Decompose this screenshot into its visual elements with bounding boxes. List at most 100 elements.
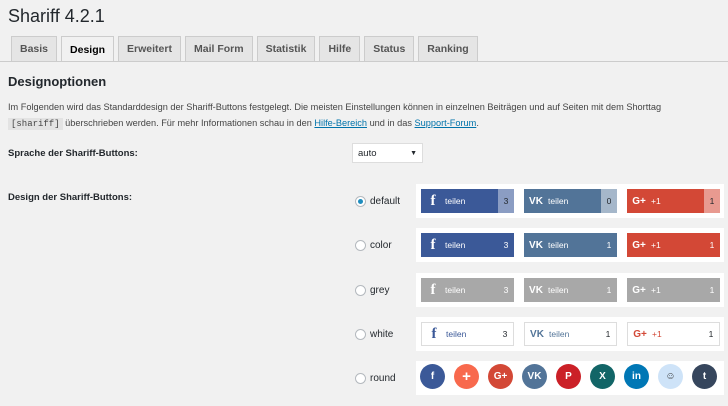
radio-grey-dot[interactable] [355,285,366,296]
gplus-button-default: G+ +1 1 [627,189,720,213]
radio-round[interactable]: round [355,373,396,384]
googleplus-icon: G+ [632,195,646,207]
description: Im Folgenden wird das Standarddesign der… [8,99,723,132]
gplus-count: 1 [708,329,714,339]
facebook-label: teilen [446,329,467,339]
tab-status[interactable]: Status [364,36,415,61]
vk-button-grey: VK teilen 1 [524,278,617,302]
tumblr-icon: t [692,364,717,389]
gplus-label: +1 [651,240,661,250]
radio-white-dot[interactable] [355,329,366,340]
radio-grey-label: grey [370,285,390,296]
language-select-value: auto [358,147,377,159]
vk-icon: VK [529,239,543,251]
gplus-label: +1 [652,329,662,339]
design-label: Design der Shariff-Buttons: [8,192,133,203]
radio-white-label: white [370,329,394,340]
vk-count: 1 [606,285,612,295]
googleplus-icon: G+ [488,364,513,389]
vk-icon: VK [530,328,544,340]
facebook-icon: f [430,192,436,209]
vk-count: 1 [605,329,611,339]
tab-erweitert[interactable]: Erweitert [118,36,181,61]
vk-label: teilen [548,240,569,250]
shorttag-code: [shariff] [8,118,63,130]
tab-mail-form[interactable]: Mail Form [184,36,253,61]
preview-white: f teilen 3 VK teilen 1 G+ +1 1 [416,317,724,351]
facebook-count: 3 [502,329,508,339]
tab-hilfe[interactable]: Hilfe [319,36,361,61]
vk-icon: VK [529,195,543,207]
vk-label: teilen [548,196,569,206]
gplus-count: 1 [704,189,720,213]
vk-button-color: VK teilen 1 [524,233,617,257]
vk-label: teilen [548,285,569,295]
reddit-icon: ☺ [658,364,683,389]
addthis-icon: + [454,364,479,389]
support-forum-link[interactable]: Support-Forum [415,118,477,128]
tab-ranking[interactable]: Ranking [418,36,478,61]
preview-color: f teilen 3 VK teilen 1 G+ +1 1 [416,228,724,262]
radio-color-label: color [370,240,392,251]
gplus-count: 1 [709,240,715,250]
facebook-icon: f [431,325,437,342]
vk-count: 0 [601,189,617,213]
facebook-button-color: f teilen 3 [421,233,514,257]
description-line2a: überschrieben werden. Für mehr Informati… [65,118,312,128]
facebook-button-white: f teilen 3 [421,322,514,346]
facebook-icon: f [430,236,436,253]
facebook-count: 3 [503,285,509,295]
help-link[interactable]: Hilfe-Bereich [314,118,367,128]
page-title: Shariff 4.2.1 [8,6,105,26]
facebook-label: teilen [445,240,466,250]
gplus-label: +1 [651,285,661,295]
preview-default: f teilen 3 VK teilen 0 G+ +1 1 [416,184,724,218]
gplus-count: 1 [709,285,715,295]
preview-grey: f teilen 3 VK teilen 1 G+ +1 1 [416,273,724,307]
linkedin-icon: in [624,364,649,389]
facebook-count: 3 [498,189,514,213]
googleplus-icon: G+ [632,239,646,251]
vk-icon: VK [522,364,547,389]
radio-grey[interactable]: grey [355,285,389,296]
description-line1: Im Folgenden wird das Standarddesign der… [8,102,662,112]
gplus-button-color: G+ +1 1 [627,233,720,257]
radio-default-label: default [370,196,401,207]
preview-round: f + G+ VK P X in ☺ t [416,361,724,395]
radio-white[interactable]: white [355,329,393,340]
gplus-button-white: G+ +1 1 [627,322,720,346]
chevron-down-icon: ▼ [410,149,417,157]
pinterest-icon: P [556,364,581,389]
googleplus-icon: G+ [633,328,647,340]
language-select[interactable]: auto ▼ [352,143,423,163]
googleplus-icon: G+ [632,284,646,296]
radio-default-dot[interactable] [355,196,366,207]
tab-basis[interactable]: Basis [11,36,58,61]
radio-round-label: round [370,373,396,384]
facebook-button-default: f teilen 3 [421,189,514,213]
radio-default[interactable]: default [355,196,400,207]
radio-color[interactable]: color [355,240,392,251]
language-label: Sprache der Shariff-Buttons: [8,148,138,159]
vk-button-default: VK teilen 0 [524,189,617,213]
description-line2b: und in das [369,118,412,128]
facebook-label: teilen [445,285,466,295]
vk-count: 1 [606,240,612,250]
tab-design[interactable]: Design [61,36,115,62]
vk-icon: VK [529,284,543,296]
facebook-icon: f [420,364,445,389]
vk-label: teilen [549,329,570,339]
xing-icon: X [590,364,615,389]
vk-button-white: VK teilen 1 [524,322,617,346]
radio-color-dot[interactable] [355,240,366,251]
section-title: Designoptionen [8,74,107,89]
radio-round-dot[interactable] [355,373,366,384]
tab-divider [0,61,728,62]
facebook-button-grey: f teilen 3 [421,278,514,302]
tab-bar: Basis Design Erweitert Mail Form Statist… [11,36,482,62]
facebook-count: 3 [503,240,509,250]
gplus-button-grey: G+ +1 1 [627,278,720,302]
tab-statistik[interactable]: Statistik [256,36,316,61]
gplus-label: +1 [651,196,661,206]
description-line2c: . [476,118,479,128]
